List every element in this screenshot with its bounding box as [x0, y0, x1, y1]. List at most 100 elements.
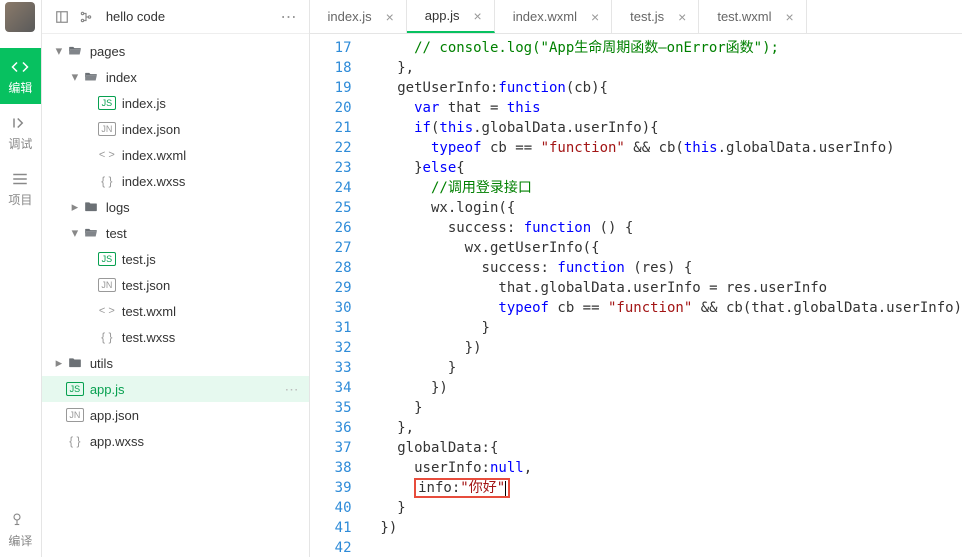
- code-line: that.globalData.userInfo = res.userInfo: [364, 278, 962, 298]
- file-name: logs: [106, 200, 309, 215]
- editor-tabs: index.js×app.js×index.wxml×test.js×test.…: [310, 0, 962, 34]
- file-name: app.json: [90, 408, 309, 423]
- folder-icon: [82, 68, 100, 86]
- folder-row[interactable]: ▾test: [42, 220, 309, 246]
- file-tree: ▾pages▾indexJSindex.jsJNindex.json< >ind…: [42, 34, 309, 557]
- file-row[interactable]: { } test.wxss: [42, 324, 309, 350]
- code-line: },: [364, 418, 962, 438]
- code-line: }): [364, 378, 962, 398]
- file-row[interactable]: { } index.wxss: [42, 168, 309, 194]
- file-row[interactable]: JN app.json: [42, 402, 309, 428]
- file-name: index.json: [122, 122, 309, 137]
- code-line: }): [364, 338, 962, 358]
- file-name: pages: [90, 44, 309, 59]
- file-row[interactable]: { } app.wxss: [42, 428, 309, 454]
- avatar[interactable]: [5, 2, 35, 32]
- code-line: if(this.globalData.userInfo){: [364, 118, 962, 138]
- line-number: 37: [310, 438, 352, 458]
- code-area[interactable]: 1718192021222324252627282930313233343536…: [310, 34, 962, 557]
- line-number: 26: [310, 218, 352, 238]
- highlighted-edit: info:"你好": [414, 478, 510, 498]
- close-icon[interactable]: ×: [678, 9, 686, 25]
- code-line: wx.login({: [364, 198, 962, 218]
- file-name: app.js: [90, 382, 285, 397]
- file-row[interactable]: < >test.wxml: [42, 298, 309, 324]
- file-row[interactable]: JNtest.json: [42, 272, 309, 298]
- code-line: success: function (res) {: [364, 258, 962, 278]
- line-number: 33: [310, 358, 352, 378]
- folder-row[interactable]: ▸logs: [42, 194, 309, 220]
- file-name: index.wxss: [122, 174, 309, 189]
- code-line: userInfo:null,: [364, 458, 962, 478]
- file-name: index: [106, 70, 309, 85]
- caret-down-icon: ▾: [68, 226, 82, 240]
- folder-row[interactable]: ▾pages: [42, 38, 309, 64]
- line-number: 42: [310, 538, 352, 557]
- line-number: 24: [310, 178, 352, 198]
- rail-debug[interactable]: 调试: [0, 104, 41, 160]
- tree-icon[interactable]: [74, 5, 98, 29]
- line-number: 18: [310, 58, 352, 78]
- file-row[interactable]: JN index.json: [42, 116, 309, 142]
- folder-row[interactable]: ▾ index: [42, 64, 309, 90]
- editor-tab[interactable]: test.wxml ×: [699, 0, 806, 33]
- rail-project[interactable]: 项目: [0, 160, 41, 216]
- folder-icon: [66, 354, 84, 372]
- code-line: }: [364, 398, 962, 418]
- close-icon[interactable]: ×: [474, 8, 482, 24]
- line-number: 41: [310, 518, 352, 538]
- left-rail: 编辑 调试 项目 编译: [0, 0, 42, 557]
- json-file-icon: JN: [98, 278, 116, 292]
- folder-row[interactable]: ▸utils: [42, 350, 309, 376]
- close-icon[interactable]: ×: [591, 9, 599, 25]
- file-row[interactable]: < >index.wxml: [42, 142, 309, 168]
- rail-compile-label: 编译: [8, 532, 32, 549]
- js-file-icon: JS: [66, 382, 84, 396]
- editor-tab[interactable]: index.wxml ×: [495, 0, 612, 33]
- line-number: 29: [310, 278, 352, 298]
- json-file-icon: JN: [66, 408, 84, 422]
- file-row[interactable]: JS index.js: [42, 90, 309, 116]
- line-number: 17: [310, 38, 352, 58]
- editor-tab[interactable]: app.js×: [407, 0, 495, 33]
- js-file-icon: JS: [98, 96, 116, 110]
- code-line: getUserInfo:function(cb){: [364, 78, 962, 98]
- wxss-file-icon: { }: [66, 432, 84, 450]
- tab-label: index.wxml: [513, 9, 577, 24]
- row-more-icon[interactable]: ⋯: [285, 381, 309, 398]
- file-name: index.js: [122, 96, 309, 111]
- line-number: 25: [310, 198, 352, 218]
- tab-label: test.wxml: [717, 9, 771, 24]
- wxss-file-icon: { }: [98, 172, 116, 190]
- close-icon[interactable]: ×: [386, 9, 394, 25]
- code-line: wx.getUserInfo({: [364, 238, 962, 258]
- header-more-icon[interactable]: ⋯: [277, 7, 301, 27]
- line-number: 21: [310, 118, 352, 138]
- file-row[interactable]: JStest.js: [42, 246, 309, 272]
- line-number: 40: [310, 498, 352, 518]
- file-name: app.wxss: [90, 434, 309, 449]
- json-file-icon: JN: [98, 122, 116, 136]
- line-number: 22: [310, 138, 352, 158]
- rail-debug-label: 调试: [8, 135, 32, 152]
- line-number: 36: [310, 418, 352, 438]
- code-content[interactable]: // console.log("App生命周期函数—onError函数"); }…: [364, 34, 962, 557]
- rail-compile[interactable]: 编译: [0, 501, 41, 557]
- file-row[interactable]: JS app.js⋯: [42, 376, 309, 402]
- folder-icon: [82, 224, 100, 242]
- code-line: },: [364, 58, 962, 78]
- code-line: }else{: [364, 158, 962, 178]
- line-number: 30: [310, 298, 352, 318]
- rail-edit[interactable]: 编辑: [0, 48, 41, 104]
- close-icon[interactable]: ×: [786, 9, 794, 25]
- js-file-icon: JS: [98, 252, 116, 266]
- caret-down-icon: ▾: [68, 70, 82, 84]
- line-number: 23: [310, 158, 352, 178]
- editor-tab[interactable]: index.js×: [310, 0, 407, 33]
- editor-tab[interactable]: test.js×: [612, 0, 699, 33]
- layout-icon[interactable]: [50, 5, 74, 29]
- wxss-file-icon: { }: [98, 328, 116, 346]
- file-name: test.wxml: [122, 304, 309, 319]
- code-line: }): [364, 518, 962, 538]
- file-name: test.wxss: [122, 330, 309, 345]
